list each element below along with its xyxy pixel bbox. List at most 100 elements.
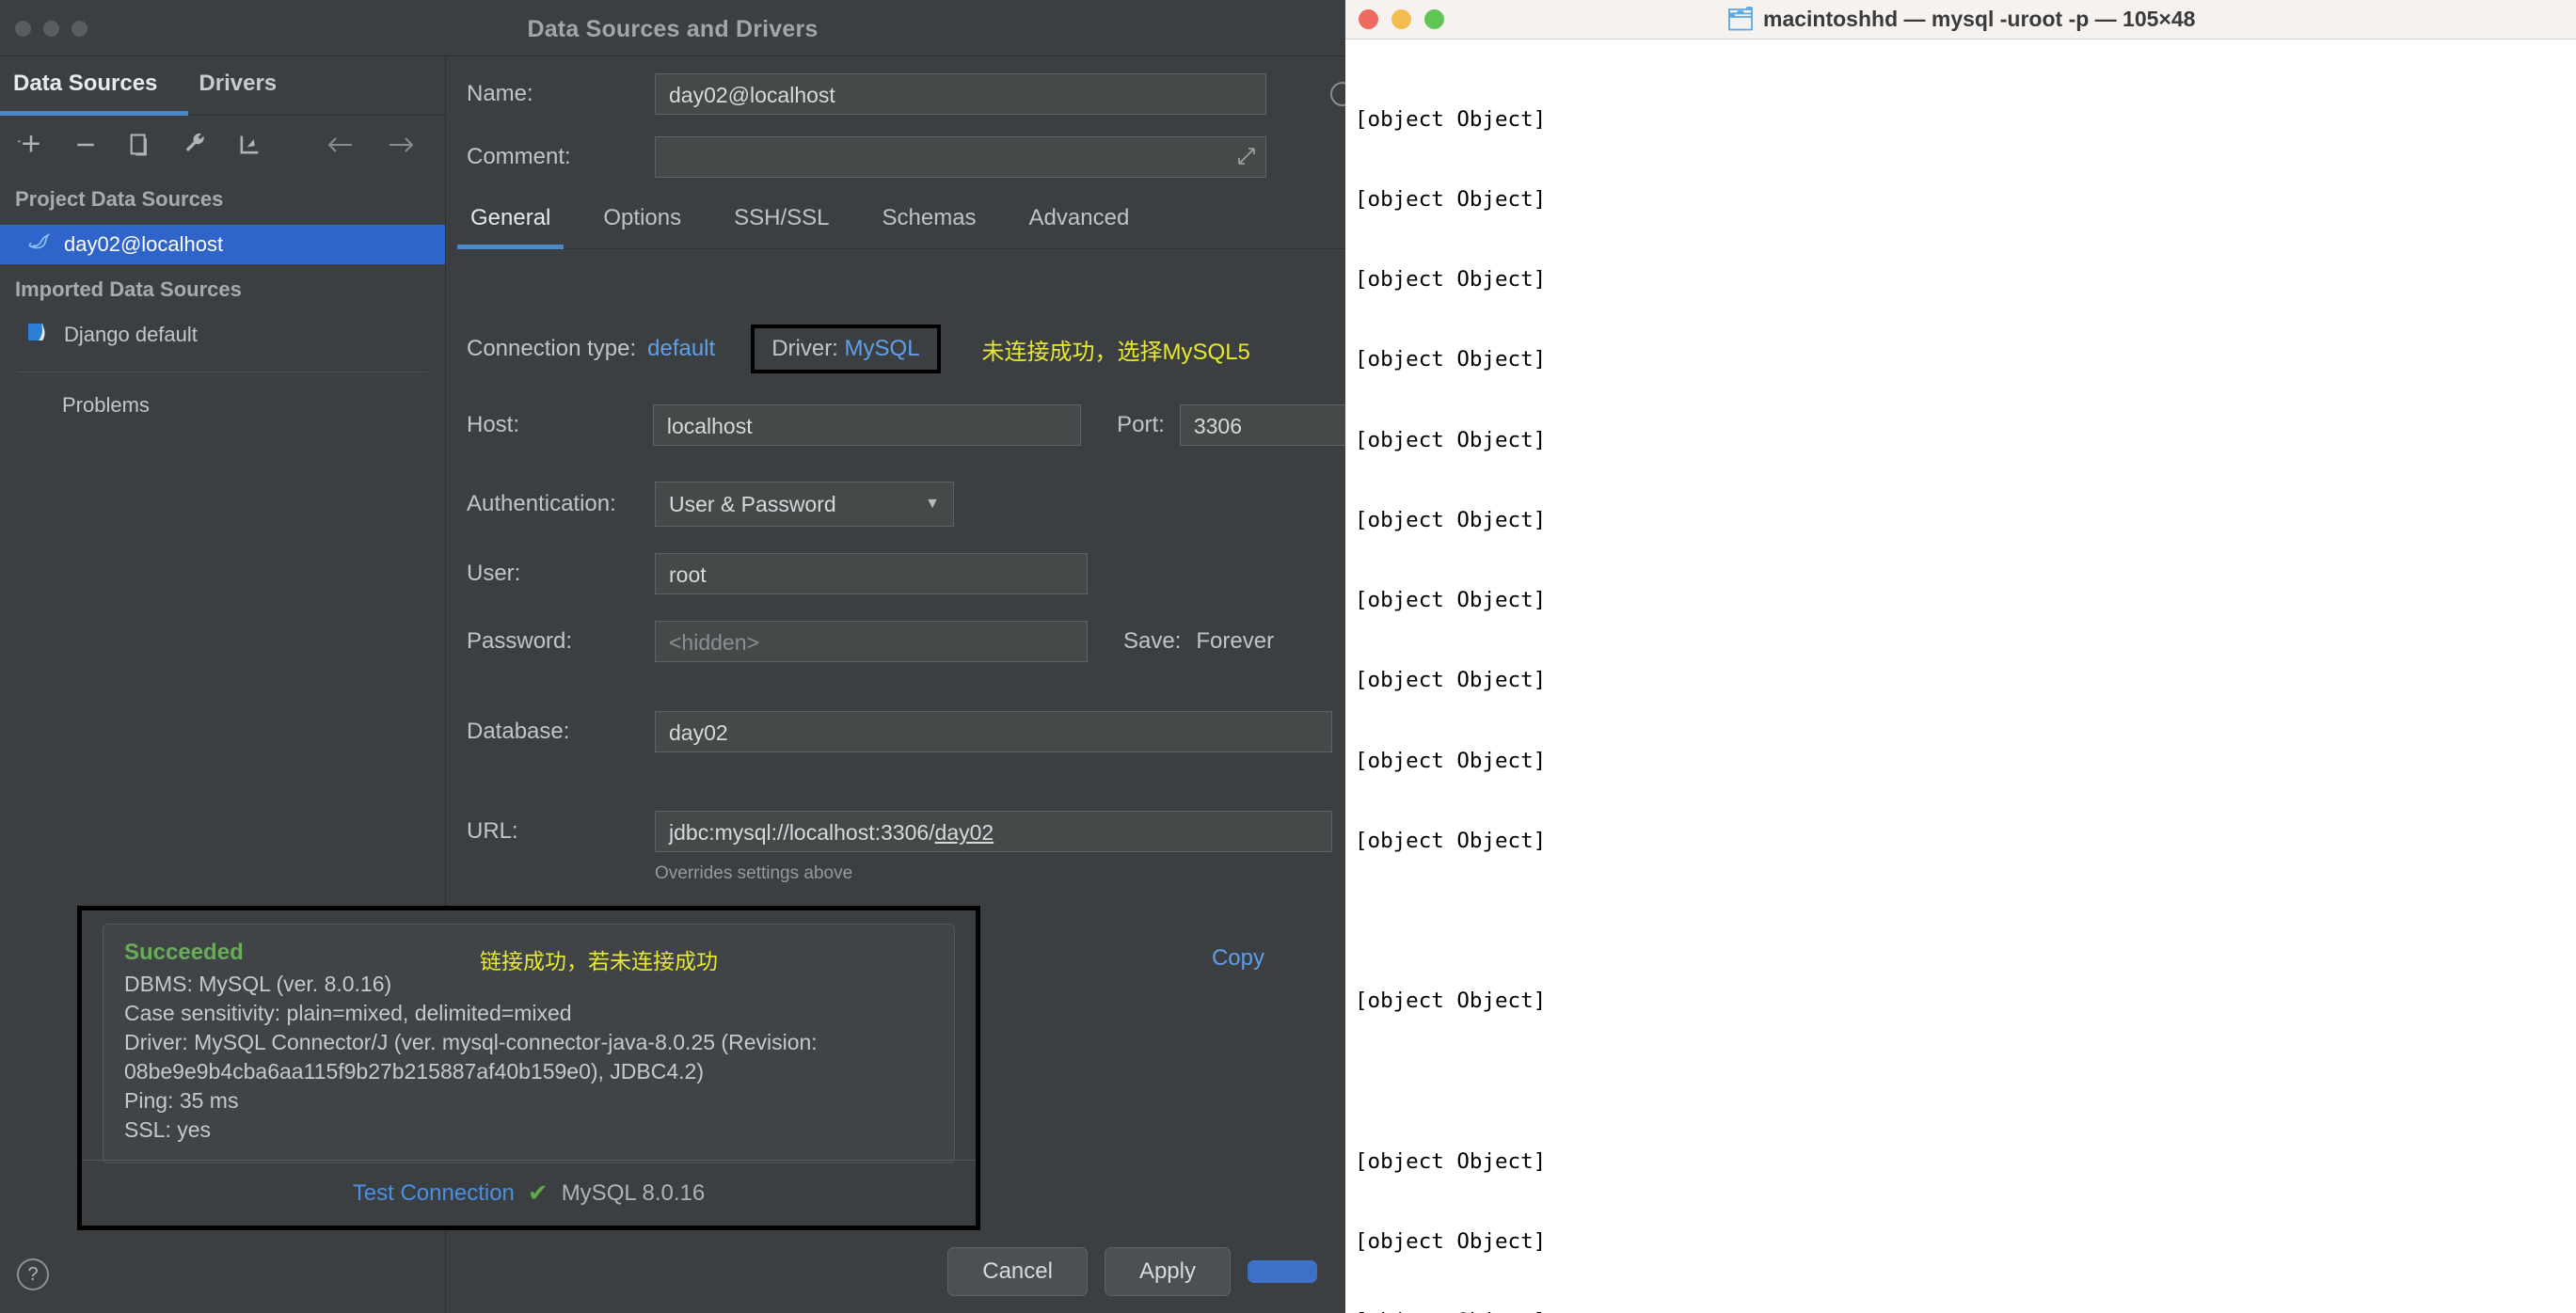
help-icon[interactable]: ? [17, 1258, 49, 1290]
sidebar-item-day02[interactable]: day02@localhost [0, 225, 445, 264]
authentication-row: Authentication: User & Password ▼ [467, 482, 1366, 527]
database-label: Database: [467, 719, 570, 744]
terminal-line: [object Object] [1355, 828, 1547, 853]
authentication-value: User & Password [669, 491, 836, 516]
host-label: Host: [467, 412, 520, 437]
apply-button[interactable]: Apply [1104, 1247, 1231, 1296]
result-line: Driver: MySQL Connector/J (ver. mysql-co… [124, 1030, 818, 1054]
result-line: Ping: 35 ms [124, 1088, 239, 1113]
terminal-line: [object Object] [1355, 588, 1547, 613]
terminal-line: [object Object] [1355, 507, 1547, 532]
test-connection-result: Succeeded DBMS: MySQL (ver. 8.0.16) Case… [77, 906, 1264, 1230]
terminal-window: 🗂 macintoshhd — mysql -uroot -p — 105×48… [1345, 0, 2576, 1313]
history-navigation [325, 129, 417, 161]
database-input[interactable]: day02 [655, 711, 1332, 752]
driver-version-label: MySQL 8.0.16 [561, 1179, 706, 1206]
tab-schemas[interactable]: Schemas [879, 205, 980, 239]
tab-general[interactable]: General [456, 205, 564, 249]
remove-icon[interactable] [70, 129, 102, 161]
comment-input[interactable] [655, 136, 1266, 178]
connection-type-value[interactable]: default [647, 336, 715, 362]
password-input[interactable]: <hidden> [655, 621, 1088, 662]
port-input[interactable]: 3306 [1179, 404, 1366, 446]
url-prefix: jdbc:mysql://localhost:3306/ [669, 820, 935, 845]
user-input[interactable]: root [655, 553, 1088, 594]
test-connection-button[interactable]: Test Connection [353, 1180, 515, 1207]
url-row: URL: jdbc:mysql://localhost:3306/day02 [467, 811, 1366, 852]
tab-ssh-ssl[interactable]: SSH/SSL [730, 205, 833, 239]
result-line: 08be9e9b4cba6aa115f9b27b215887af40b159e0… [124, 1059, 704, 1084]
group-header-project: Project Data Sources [15, 187, 224, 211]
save-value[interactable]: Forever [1196, 628, 1274, 655]
name-row: Name: day02@localhost [467, 73, 1366, 115]
checkmark-icon: ✔ [527, 1179, 549, 1207]
cancel-button[interactable]: Cancel [947, 1247, 1088, 1296]
user-label: User: [467, 561, 521, 586]
terminal-line: [object Object] [1355, 668, 1547, 693]
wrench-icon[interactable] [179, 129, 211, 161]
name-label: Name: [467, 81, 533, 106]
tab-advanced[interactable]: Advanced [1026, 205, 1134, 239]
terminal-line: [object Object] [1355, 267, 1547, 293]
terminal-line: [object Object] [1355, 106, 1547, 132]
terminal-title: macintoshhd — mysql -uroot -p — 105×48 [1763, 7, 2196, 31]
database-row: Database: day02 [467, 711, 1366, 752]
tab-data-sources[interactable]: Data Sources [13, 71, 157, 101]
password-label: Password: [467, 628, 573, 654]
driver-selector[interactable]: Driver: MySQL [751, 324, 941, 373]
url-label: URL: [467, 818, 518, 844]
driver-annotation: 未连接成功，选择MySQL5 [981, 339, 1250, 365]
sidebar-item-django-default[interactable]: Django default [0, 315, 445, 355]
dialog-titlebar: Data Sources and Drivers [0, 0, 1345, 56]
terminal-line: [object Object] [1355, 427, 1547, 452]
url-input[interactable]: jdbc:mysql://localhost:3306/day02 [655, 811, 1332, 852]
add-icon[interactable] [15, 129, 47, 161]
terminal-line: [object Object] [1355, 1228, 1547, 1254]
dialog-buttons: Cancel Apply [947, 1247, 1317, 1296]
result-line: Case sensitivity: plain=mixed, delimited… [124, 1001, 572, 1025]
copy-button[interactable]: Copy [1212, 945, 1264, 972]
connection-type-label: Connection type: [467, 336, 637, 361]
authentication-select[interactable]: User & Password ▼ [655, 482, 954, 527]
terminal-line: [object Object] [1355, 1148, 1547, 1174]
tab-drivers[interactable]: Drivers [199, 71, 277, 101]
terminal-titlebar: 🗂 macintoshhd — mysql -uroot -p — 105×48 [1345, 0, 2576, 40]
sidebar-toolbar [0, 116, 445, 174]
comment-row: Comment: [467, 136, 1266, 178]
comment-label: Comment: [467, 144, 571, 169]
driver-label: Driver: [771, 336, 838, 361]
sidebar-tabs: Data Sources Drivers [0, 56, 445, 116]
sidebar-item-label: Django default [64, 323, 198, 346]
expand-icon[interactable] [1236, 146, 1257, 171]
terminal-output[interactable]: [object Object] [object Object] [object … [1345, 40, 2576, 1313]
host-input[interactable]: localhost [652, 404, 1082, 446]
port-label: Port: [1117, 412, 1165, 437]
back-arrow-icon[interactable] [325, 129, 357, 161]
url-suffix: day02 [934, 820, 994, 845]
dialog-title: Data Sources and Drivers [527, 16, 819, 42]
terminal-line: [object Object] [1355, 187, 1547, 213]
terminal-line: [object Object] [1355, 347, 1547, 372]
result-details: Succeeded DBMS: MySQL (ver. 8.0.16) Case… [103, 924, 1264, 1163]
name-input[interactable]: day02@localhost [655, 73, 1266, 115]
folder-icon: 🗂 [1725, 7, 1755, 32]
terminal-line: [object Object] [1355, 989, 1547, 1014]
driver-value[interactable]: MySQL [845, 336, 920, 361]
result-footer: Test Connection ✔ MySQL 8.0.16 [82, 1160, 976, 1226]
settings-tabs: General Options SSH/SSL Schemas Advanced [456, 205, 1345, 249]
connection-type-row: Connection type: default Driver: MySQL 未… [467, 324, 1250, 373]
copy-icon[interactable] [124, 129, 156, 161]
terminal-title-container: 🗂 macintoshhd — mysql -uroot -p — 105×48 [1345, 6, 2576, 33]
group-header-imported: Imported Data Sources [15, 277, 242, 301]
import-icon[interactable] [233, 129, 265, 161]
sidebar-item-problems[interactable]: Problems [0, 389, 445, 418]
overrides-note: Overrides settings above [655, 863, 853, 883]
user-row: User: root [467, 553, 1366, 594]
connection-fields: Host: localhost Port: 3306 Authenticatio… [467, 404, 1366, 884]
tab-options[interactable]: Options [599, 205, 685, 239]
forward-arrow-icon[interactable] [385, 129, 417, 161]
terminal-line: [object Object] [1355, 748, 1547, 773]
mysql-dolphin-icon [26, 230, 51, 259]
ok-button[interactable] [1248, 1260, 1317, 1283]
